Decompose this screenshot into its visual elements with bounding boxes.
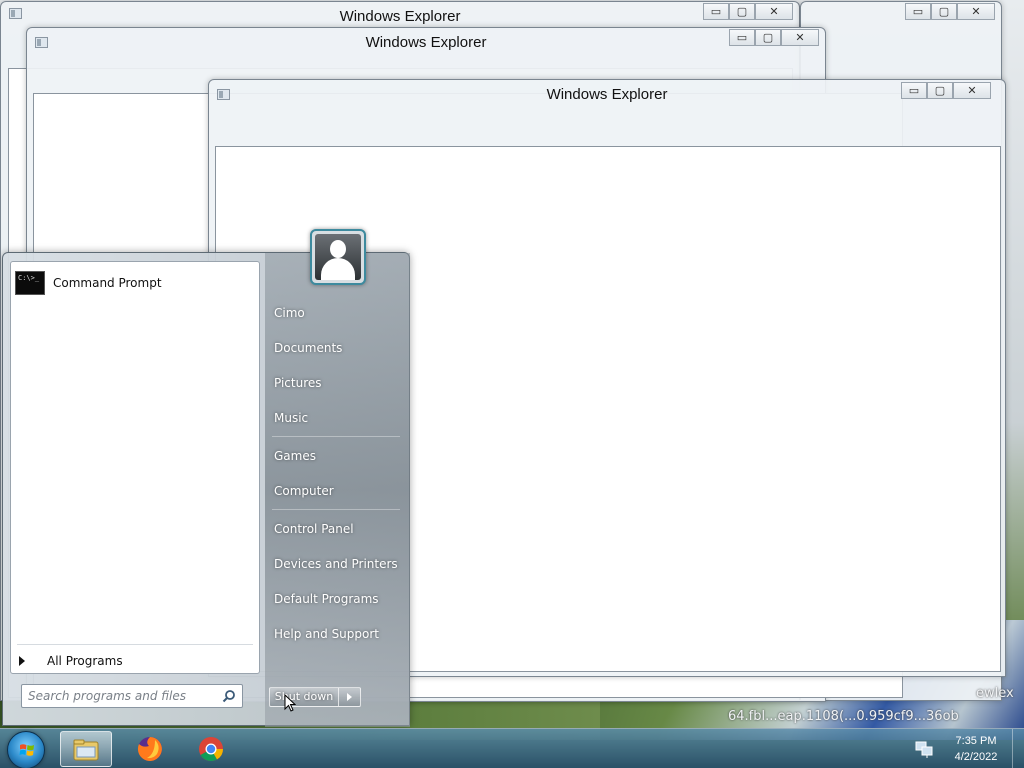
background-text-2: 64.fbl...eap.1108(...0.959cf9...36ob bbox=[728, 709, 959, 724]
background-text-1: ewlex bbox=[976, 686, 1014, 701]
window-controls: ▭ ▢ ✕ bbox=[703, 3, 793, 20]
clock-time: 7:35 PM bbox=[955, 735, 997, 747]
windows-explorer-icon bbox=[73, 739, 99, 761]
program-label: Command Prompt bbox=[53, 276, 162, 290]
taskbar-button-chrome[interactable] bbox=[186, 731, 238, 767]
program-command-prompt[interactable]: C:\>_ Command Prompt bbox=[15, 268, 255, 298]
maximize-button[interactable]: ▢ bbox=[927, 82, 953, 99]
search-box[interactable] bbox=[21, 684, 243, 708]
window-title: Windows Explorer bbox=[365, 34, 487, 51]
close-button[interactable]: ✕ bbox=[755, 3, 793, 20]
taskbar-button-firefox[interactable] bbox=[125, 731, 177, 767]
taskbar-button-explorer[interactable] bbox=[60, 731, 112, 767]
minimize-button[interactable]: ▭ bbox=[729, 29, 755, 46]
window-controls: ▭ ▢ ✕ bbox=[729, 29, 819, 46]
shutdown-button[interactable]: Shut down bbox=[269, 687, 339, 707]
window-controls: ▭ ▢ ✕ bbox=[905, 3, 995, 20]
start-item-documents[interactable]: Documents bbox=[274, 341, 342, 355]
search-icon[interactable] bbox=[222, 689, 236, 703]
start-item-control-panel[interactable]: Control Panel bbox=[274, 522, 354, 536]
mouse-cursor-icon bbox=[284, 694, 296, 712]
user-avatar-icon[interactable] bbox=[310, 229, 366, 285]
start-item-help-support[interactable]: Help and Support bbox=[274, 627, 379, 641]
start-item-user[interactable]: Cimo bbox=[274, 306, 305, 320]
shutdown-group: Shut down bbox=[269, 687, 361, 707]
start-button[interactable] bbox=[7, 731, 45, 768]
close-button[interactable]: ✕ bbox=[957, 3, 995, 20]
start-menu-programs-pane: C:\>_ Command Prompt All Programs bbox=[10, 261, 260, 674]
maximize-button[interactable]: ▢ bbox=[755, 29, 781, 46]
arrow-right-icon bbox=[19, 656, 25, 666]
start-item-computer[interactable]: Computer bbox=[274, 484, 334, 498]
shutdown-options-button[interactable] bbox=[339, 687, 361, 707]
close-button[interactable]: ✕ bbox=[781, 29, 819, 46]
start-item-music[interactable]: Music bbox=[274, 411, 308, 425]
all-programs-button[interactable]: All Programs bbox=[19, 650, 249, 672]
windows-logo-icon bbox=[19, 744, 34, 756]
show-desktop-button[interactable] bbox=[1012, 729, 1024, 768]
taskbar: 7:35 PM 4/2/2022 bbox=[0, 728, 1024, 768]
start-item-devices-printers[interactable]: Devices and Printers bbox=[274, 557, 398, 571]
window-controls: ▭ ▢ ✕ bbox=[901, 82, 991, 99]
chrome-icon bbox=[199, 737, 223, 762]
minimize-button[interactable]: ▭ bbox=[901, 82, 927, 99]
minimize-button[interactable]: ▭ bbox=[703, 3, 729, 20]
start-item-pictures[interactable]: Pictures bbox=[274, 376, 322, 390]
close-button[interactable]: ✕ bbox=[953, 82, 991, 99]
clock-date: 4/2/2022 bbox=[954, 751, 998, 763]
command-prompt-icon: C:\>_ bbox=[15, 271, 45, 295]
window-title: Windows Explorer bbox=[546, 86, 668, 103]
maximize-button[interactable]: ▢ bbox=[729, 3, 755, 20]
firefox-icon bbox=[137, 737, 162, 761]
start-item-games[interactable]: Games bbox=[274, 449, 316, 463]
search-input[interactable] bbox=[28, 689, 214, 703]
system-clock[interactable]: 7:35 PM 4/2/2022 bbox=[946, 733, 1006, 765]
divider bbox=[272, 436, 400, 437]
maximize-button[interactable]: ▢ bbox=[931, 3, 957, 20]
window-title: Windows Explorer bbox=[339, 8, 461, 25]
divider bbox=[272, 509, 400, 510]
divider bbox=[17, 644, 253, 645]
all-programs-label: All Programs bbox=[47, 654, 123, 668]
minimize-button[interactable]: ▭ bbox=[905, 3, 931, 20]
network-icon[interactable] bbox=[914, 739, 934, 759]
start-item-default-programs[interactable]: Default Programs bbox=[274, 592, 379, 606]
start-menu: C:\>_ Command Prompt All Programs Cimo D… bbox=[2, 229, 410, 727]
